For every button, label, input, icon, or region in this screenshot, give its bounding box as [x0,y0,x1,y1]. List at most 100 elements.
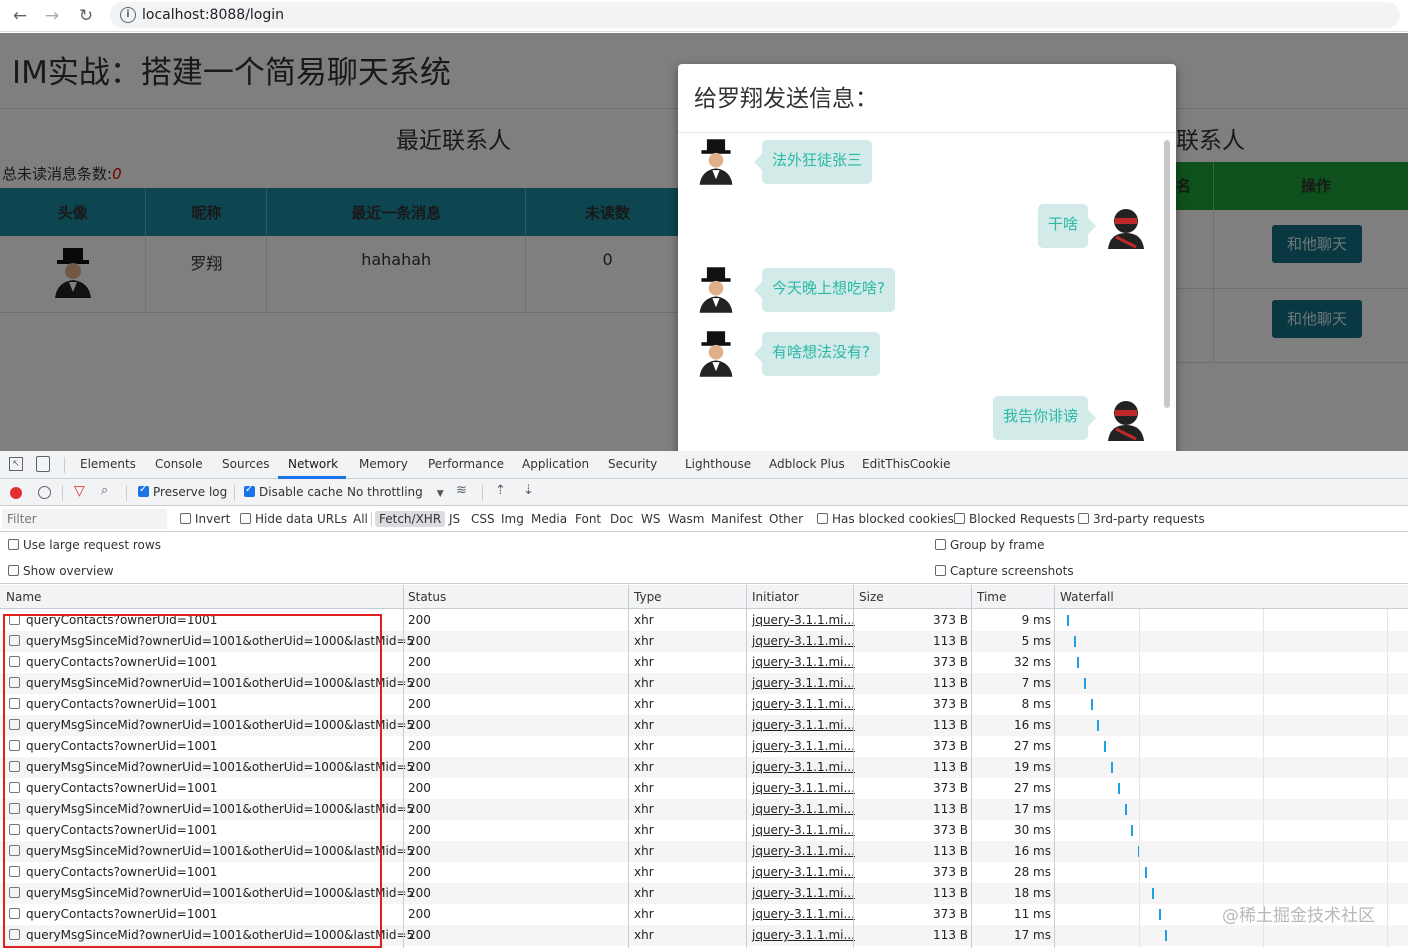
type-filter-media[interactable]: Media [527,511,571,527]
tab-adblock-plus[interactable]: Adblock Plus [769,457,845,471]
tab-network[interactable]: Network [288,457,338,471]
waterfall-bar [1073,636,1076,647]
request-status: 200 [408,718,431,732]
request-type: xhr [634,739,654,753]
type-filter-wasm[interactable]: Wasm [664,511,708,527]
reload-icon[interactable]: ↻ [74,4,98,28]
request-initiator[interactable]: jquery-3.1.1.mi... [752,655,855,669]
request-initiator[interactable]: jquery-3.1.1.mi... [752,760,855,774]
divider [853,585,854,948]
large-rows-checkbox[interactable]: Use large request rows [8,538,161,552]
request-initiator[interactable]: jquery-3.1.1.mi... [752,634,855,648]
request-initiator[interactable]: jquery-3.1.1.mi... [752,613,855,627]
type-filter-font[interactable]: Font [571,511,605,527]
request-initiator[interactable]: jquery-3.1.1.mi... [752,865,855,879]
show-overview-checkbox[interactable]: Show overview [8,564,114,578]
invert-checkbox[interactable]: Invert [180,512,230,526]
col-size[interactable]: Size [859,590,884,604]
tab-memory[interactable]: Memory [359,457,408,471]
request-size: 373 B [933,823,968,837]
inspect-icon[interactable]: ↖ [9,457,23,471]
divider [62,485,63,501]
blocked-requests-checkbox[interactable]: Blocked Requests [954,512,1075,526]
request-size: 113 B [933,886,968,900]
waterfall-bar [1083,678,1086,689]
type-filter-fetch-xhr[interactable]: Fetch/XHR [375,511,446,527]
capture-screenshots-checkbox[interactable]: Capture screenshots [935,564,1074,578]
url-text: localhost:8088/login [142,7,285,23]
type-filter-all[interactable]: All [349,511,372,527]
import-har-icon[interactable]: ⇡ [495,483,506,498]
request-initiator[interactable]: jquery-3.1.1.mi... [752,823,855,837]
search-icon[interactable]: ⌕ [101,483,108,498]
has-blocked-cookies-checkbox[interactable]: Has blocked cookies [817,512,954,526]
type-filter-ws[interactable]: WS [637,511,664,527]
device-toolbar-icon[interactable] [36,456,50,472]
filter-input[interactable]: Filter [2,509,167,529]
preserve-log-checkbox[interactable]: Preserve log [138,484,227,499]
export-har-icon[interactable]: ⇣ [523,483,534,498]
clear-icon[interactable] [38,486,51,499]
waterfall-gridline [1263,609,1264,948]
tab-application[interactable]: Application [522,457,589,471]
tab-lighthouse[interactable]: Lighthouse [685,457,751,471]
col-status[interactable]: Status [408,590,446,604]
tab-editthiscookie[interactable]: EditThisCookie [862,457,951,471]
network-conditions-icon[interactable]: ≋ [456,483,467,498]
request-initiator[interactable]: jquery-3.1.1.mi... [752,697,855,711]
info-icon[interactable]: i [120,7,136,23]
scrollbar[interactable] [1164,140,1170,408]
request-initiator[interactable]: jquery-3.1.1.mi... [752,907,855,921]
col-time[interactable]: Time [977,590,1006,604]
request-initiator[interactable]: jquery-3.1.1.mi... [752,886,855,900]
type-filter-manifest[interactable]: Manifest [707,511,766,527]
record-icon[interactable] [10,487,22,499]
waterfall-bar [1124,804,1127,815]
message-bubble: 今天晚上想吃啥? [754,268,895,312]
forward-icon[interactable]: → [40,4,64,28]
request-initiator[interactable]: jquery-3.1.1.mi... [752,781,855,795]
request-time: 9 ms [1021,613,1051,627]
request-type: xhr [634,676,654,690]
request-initiator[interactable]: jquery-3.1.1.mi... [752,802,855,816]
request-initiator[interactable]: jquery-3.1.1.mi... [752,844,855,858]
type-filter-js[interactable]: JS [445,511,464,527]
self-avatar [1108,401,1144,441]
col-type[interactable]: Type [634,590,662,604]
request-time: 28 ms [1013,865,1051,879]
message-bubble: 我告你诽谤 [992,396,1097,440]
tab-performance[interactable]: Performance [428,457,504,471]
hide-data-urls-checkbox[interactable]: Hide data URLs [240,512,347,526]
filter-icon[interactable]: ▽ [74,483,85,499]
request-time: 27 ms [1013,739,1051,753]
request-type: xhr [634,928,654,942]
tab-sources[interactable]: Sources [222,457,269,471]
type-filter-other[interactable]: Other [765,511,807,527]
third-party-checkbox[interactable]: 3rd-party requests [1078,512,1205,526]
divider [234,485,235,501]
waterfall-bar [1131,825,1134,836]
throttling-select[interactable]: No throttling ▼ [347,485,444,499]
request-initiator[interactable]: jquery-3.1.1.mi... [752,739,855,753]
type-filter-doc[interactable]: Doc [606,511,637,527]
request-initiator[interactable]: jquery-3.1.1.mi... [752,928,855,942]
disable-cache-checkbox[interactable]: Disable cache [244,484,343,499]
tab-elements[interactable]: Elements [80,457,136,471]
col-name[interactable]: Name [6,590,41,604]
col-initiator[interactable]: Initiator [752,590,799,604]
type-filter-img[interactable]: Img [497,511,528,527]
request-status: 200 [408,886,431,900]
highlight-annotation [3,614,382,948]
col-waterfall[interactable]: Waterfall [1060,590,1114,604]
tab-console[interactable]: Console [155,457,203,471]
address-bar[interactable]: i localhost:8088/login [110,2,1400,28]
back-icon[interactable]: ← [8,4,32,28]
request-status: 200 [408,613,431,627]
request-size: 113 B [933,760,968,774]
tab-security[interactable]: Security [608,457,657,471]
request-initiator[interactable]: jquery-3.1.1.mi... [752,718,855,732]
type-filter-css[interactable]: CSS [467,511,499,527]
group-by-frame-checkbox[interactable]: Group by frame [935,538,1044,552]
request-size: 373 B [933,907,968,921]
request-initiator[interactable]: jquery-3.1.1.mi... [752,676,855,690]
